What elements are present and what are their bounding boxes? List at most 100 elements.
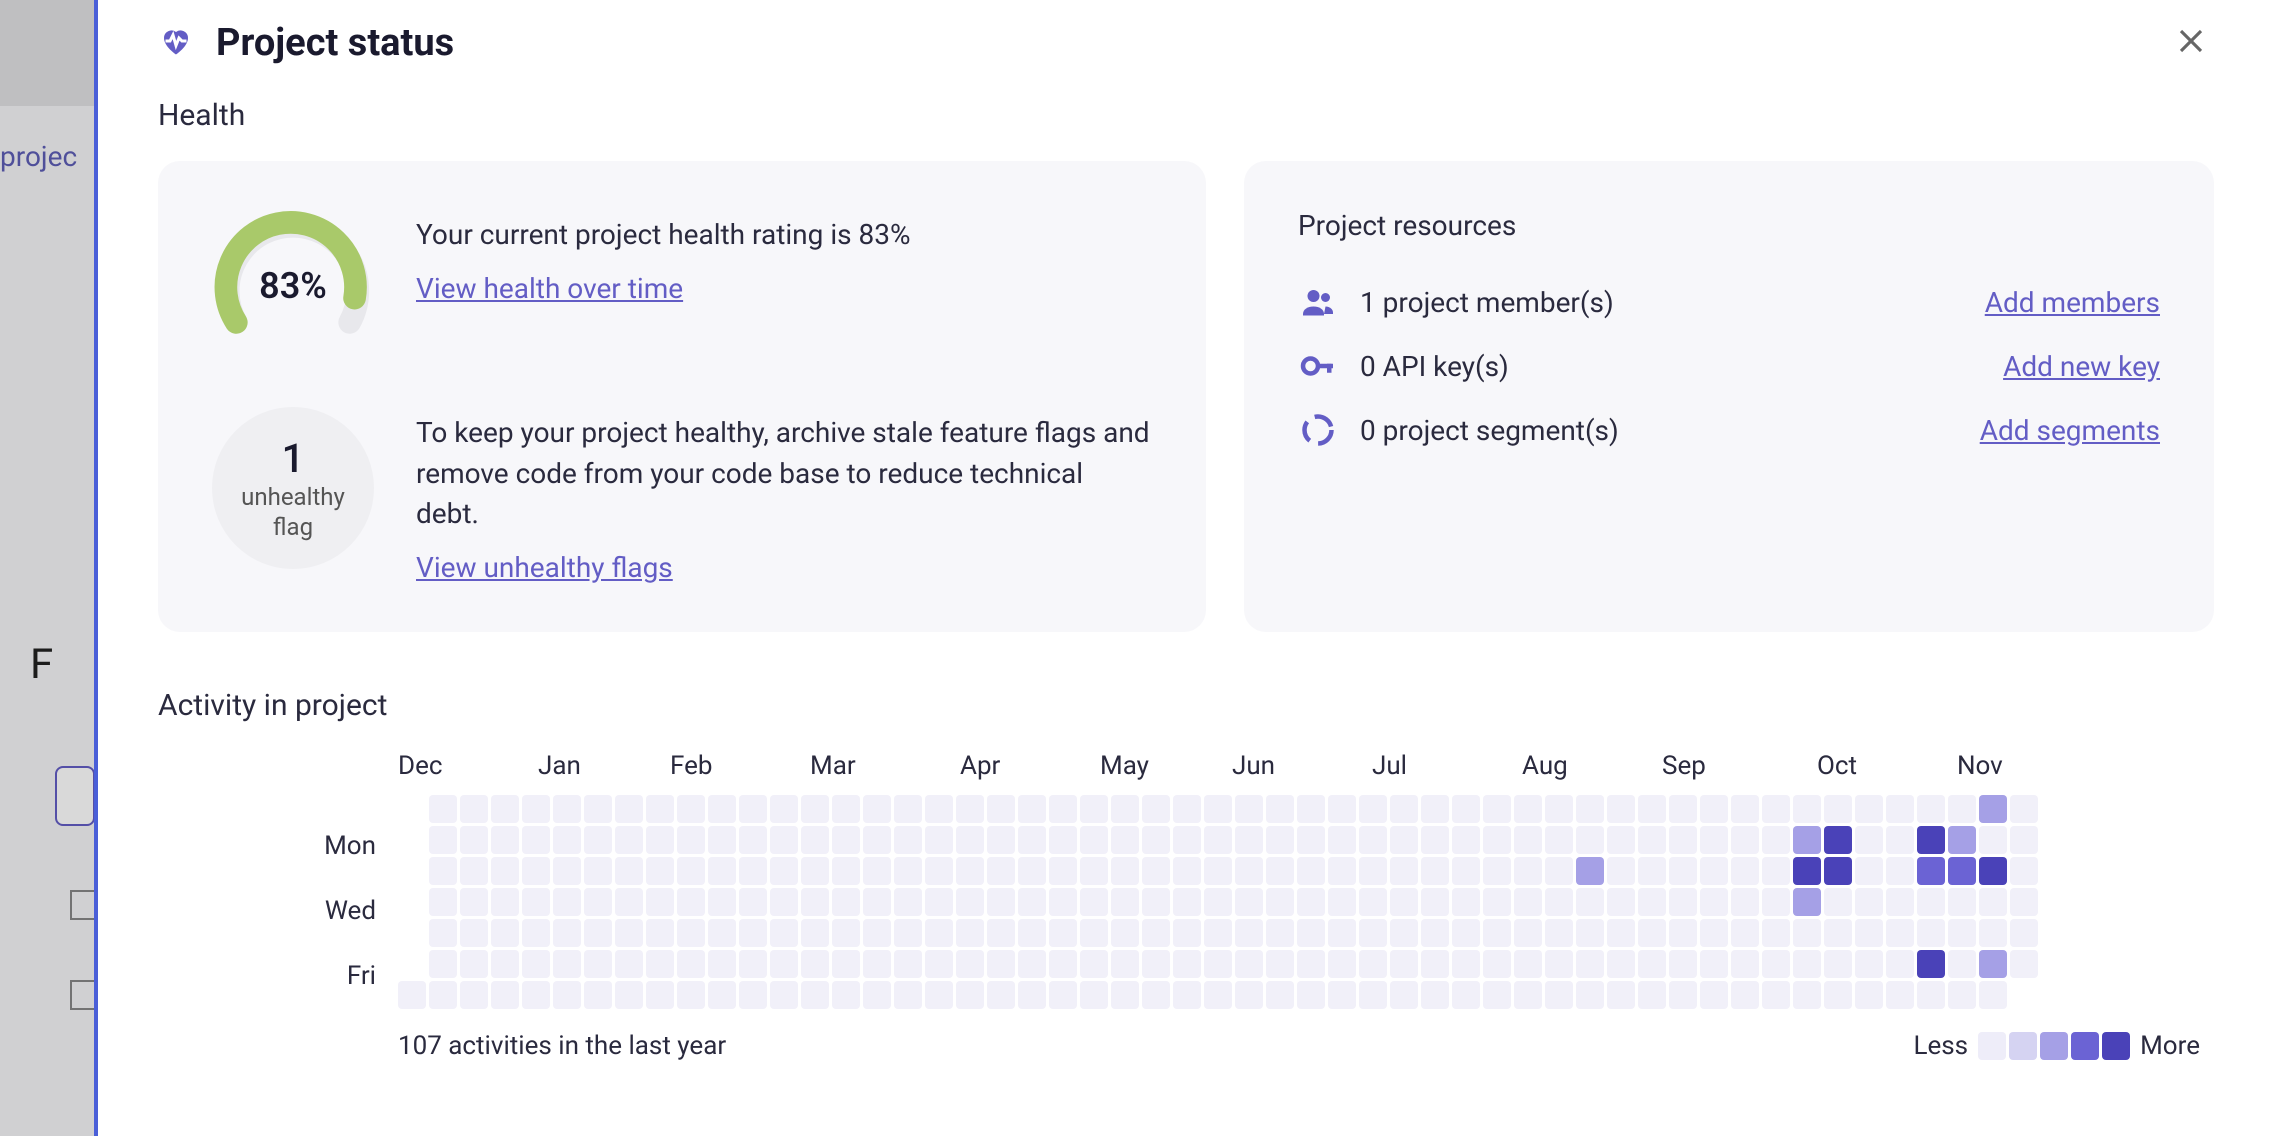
heatmap-cell <box>739 888 767 916</box>
heartbeat-icon <box>158 23 194 63</box>
heatmap-cell <box>1142 795 1170 823</box>
heatmap-cell <box>863 857 891 885</box>
heatmap-cell <box>1545 919 1573 947</box>
heatmap-cell <box>1731 981 1759 1009</box>
heatmap-cell <box>1049 981 1077 1009</box>
heatmap-cell <box>584 919 612 947</box>
heatmap-week-col <box>708 795 736 1009</box>
heatmap-cell <box>1483 795 1511 823</box>
heatmap-cell <box>1545 826 1573 854</box>
heatmap-cell <box>739 857 767 885</box>
heatmap-cell <box>1297 950 1325 978</box>
heatmap-cell <box>1266 795 1294 823</box>
heatmap-cell <box>584 857 612 885</box>
view-health-link[interactable]: View health over time <box>416 272 683 305</box>
heatmap-cell <box>1297 795 1325 823</box>
add-key-link[interactable]: Add new key <box>2003 350 2160 383</box>
heatmap-cell <box>677 826 705 854</box>
heatmap-cell <box>398 981 426 1009</box>
heatmap-cell <box>1049 795 1077 823</box>
heatmap-cell <box>1173 919 1201 947</box>
heatmap-week-col <box>894 795 922 1009</box>
heatmap-cell <box>1142 981 1170 1009</box>
heatmap-cell <box>770 826 798 854</box>
heatmap-cell <box>1049 919 1077 947</box>
heatmap-cell <box>1142 888 1170 916</box>
heatmap-cell <box>1390 795 1418 823</box>
add-members-link[interactable]: Add members <box>1985 286 2160 319</box>
heatmap-cell <box>1886 857 1914 885</box>
month-label: Jun <box>1232 751 1372 781</box>
heatmap-week-col <box>1111 795 1139 1009</box>
heatmap-cell <box>1669 826 1697 854</box>
heatmap-month-labels: DecJanFebMarAprMayJunJulAugSepOctNov <box>398 751 2214 781</box>
heatmap-cell <box>801 795 829 823</box>
month-label: Jul <box>1372 751 1522 781</box>
heatmap-cell <box>1731 888 1759 916</box>
heatmap-cell <box>584 981 612 1009</box>
heatmap-cell <box>832 981 860 1009</box>
panel-header: Project status <box>158 0 2214 98</box>
heatmap-cell <box>1731 919 1759 947</box>
heatmap-week-col <box>1700 795 1728 1009</box>
heatmap-cell <box>1855 981 1883 1009</box>
heatmap-cell <box>894 857 922 885</box>
add-segments-link[interactable]: Add segments <box>1980 414 2160 447</box>
heatmap-week-col <box>1948 795 1976 1009</box>
heatmap-cell <box>1266 981 1294 1009</box>
heatmap-cell <box>708 981 736 1009</box>
heatmap-cell <box>1824 795 1852 823</box>
heatmap-cell <box>1297 888 1325 916</box>
heatmap-cell <box>1514 950 1542 978</box>
key-icon <box>1298 348 1338 384</box>
heatmap-cell <box>646 919 674 947</box>
heatmap-cell <box>1204 826 1232 854</box>
heatmap-cell <box>1421 857 1449 885</box>
heatmap-cell <box>1917 950 1945 978</box>
heatmap-cell <box>429 857 457 885</box>
heatmap-cell <box>739 919 767 947</box>
heatmap-cell <box>1483 857 1511 885</box>
heatmap-cell <box>925 950 953 978</box>
month-label: Feb <box>670 751 810 781</box>
heatmap-cell <box>708 857 736 885</box>
heatmap-week-col <box>1576 795 1604 1009</box>
heatmap-cell <box>491 888 519 916</box>
heatmap-cell <box>925 795 953 823</box>
heatmap-week-col <box>491 795 519 1009</box>
heatmap-cell <box>1390 826 1418 854</box>
heatmap-cell <box>1018 888 1046 916</box>
heatmap-cell <box>1483 950 1511 978</box>
heatmap-cell <box>1855 919 1883 947</box>
heatmap-week-col <box>460 795 488 1009</box>
heatmap-cell <box>1576 981 1604 1009</box>
heatmap-cell <box>553 981 581 1009</box>
heatmap-cell <box>863 981 891 1009</box>
heatmap-cell <box>1111 826 1139 854</box>
heatmap-cell <box>584 950 612 978</box>
heatmap-cell <box>1793 888 1821 916</box>
heatmap-cell <box>522 857 550 885</box>
heatmap-cell <box>1235 795 1263 823</box>
heatmap-cell <box>1080 795 1108 823</box>
heatmap-cell <box>1328 981 1356 1009</box>
heatmap-cell <box>1700 888 1728 916</box>
heatmap-cell <box>1266 888 1294 916</box>
heatmap-cell <box>522 795 550 823</box>
heatmap-cell <box>1111 857 1139 885</box>
unhealthy-label-2: flag <box>273 512 313 542</box>
heatmap-cell <box>1762 826 1790 854</box>
heatmap-cell <box>1917 981 1945 1009</box>
heatmap-cell <box>987 981 1015 1009</box>
heatmap-cell <box>2010 857 2038 885</box>
heatmap-cell <box>1080 919 1108 947</box>
month-label: Apr <box>960 751 1100 781</box>
heatmap-cell <box>1669 795 1697 823</box>
heatmap-cell <box>491 981 519 1009</box>
close-button[interactable] <box>2168 18 2214 68</box>
heatmap-cell <box>1452 826 1480 854</box>
heatmap-day-labels: Mon Wed Fri <box>306 795 376 991</box>
month-label: May <box>1100 751 1232 781</box>
health-rating-text: Your current project health rating is 83… <box>416 215 1152 256</box>
view-unhealthy-link[interactable]: View unhealthy flags <box>416 551 673 584</box>
